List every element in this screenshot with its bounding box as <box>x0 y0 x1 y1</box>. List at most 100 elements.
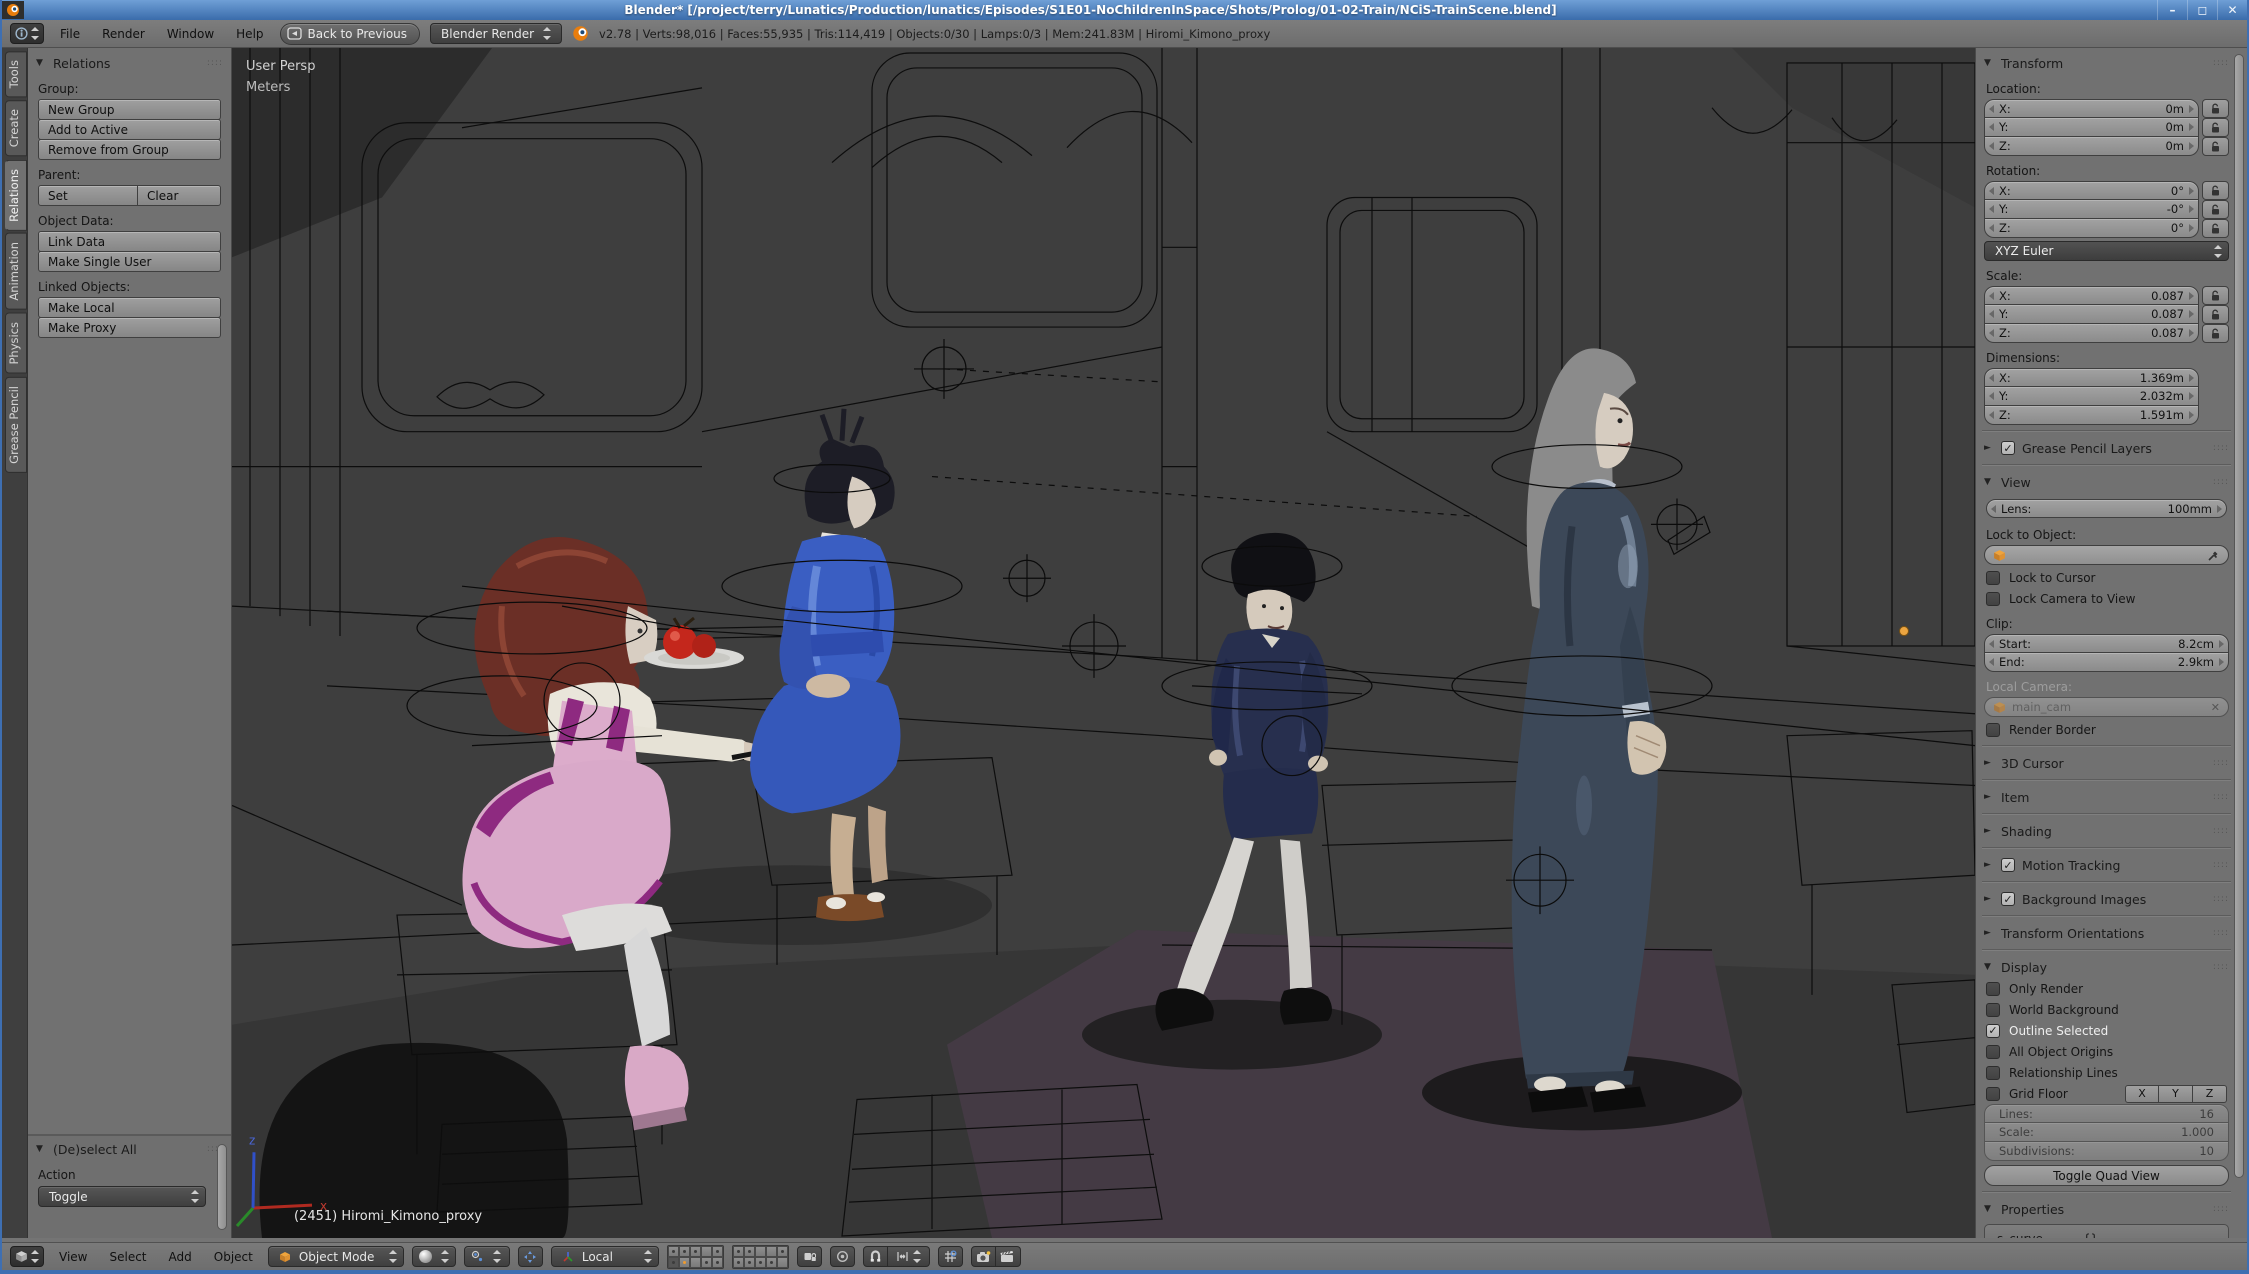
opengl-render-animation-button[interactable] <box>996 1246 1021 1267</box>
lock-icon[interactable] <box>2202 219 2229 238</box>
panel-grip-icon[interactable]: :::: <box>2213 443 2229 453</box>
lock-to-cursor-checkbox[interactable] <box>1986 571 2000 585</box>
display-panel-header[interactable]: ▼Display:::: <box>1982 956 2231 978</box>
grid-lines-field[interactable]: Lines:16 <box>1984 1104 2229 1123</box>
pivot-point-dropdown[interactable] <box>464 1246 510 1267</box>
clip-start-field[interactable]: Start:8.2cm <box>1984 634 2229 653</box>
location-z-field[interactable]: Z:0m <box>1984 137 2199 156</box>
opengl-render-grid-button[interactable] <box>938 1246 963 1267</box>
world-background-row[interactable]: World Background <box>1982 999 2231 1020</box>
scene-lock-button[interactable] <box>797 1246 822 1267</box>
only-render-row[interactable]: Only Render <box>1982 978 2231 999</box>
lock-camera-row[interactable]: Lock Camera to View <box>1982 588 2231 609</box>
world-background-checkbox[interactable] <box>1986 1003 2000 1017</box>
render-border-checkbox[interactable] <box>1986 723 2000 737</box>
clip-end-field[interactable]: End:2.9km <box>1984 653 2229 672</box>
lock-icon[interactable] <box>2202 324 2229 343</box>
outline-selected-checkbox[interactable]: ✓ <box>1986 1024 2000 1038</box>
render-engine-dropdown[interactable]: Blender Render <box>430 23 562 44</box>
axis-y-button[interactable]: Y <box>2159 1085 2193 1103</box>
background-images-checkbox[interactable]: ✓ <box>2001 892 2015 906</box>
location-y-field[interactable]: Y:0m <box>1984 118 2199 137</box>
back-to-previous-button[interactable]: Back to Previous <box>280 23 421 45</box>
lock-icon[interactable] <box>2202 137 2229 156</box>
n-panel-scrollbar[interactable] <box>2234 54 2244 1178</box>
layer-cell[interactable] <box>701 1257 712 1268</box>
only-render-checkbox[interactable] <box>1986 982 2000 996</box>
tab-animation[interactable]: Animation <box>5 233 27 310</box>
panel-grip-icon[interactable]: :::: <box>207 58 223 68</box>
toggle-quad-view-button[interactable]: Toggle Quad View <box>1984 1165 2229 1186</box>
location-x-field[interactable]: X:0m <box>1984 99 2199 118</box>
tab-create[interactable]: Create <box>5 100 27 156</box>
layer-cell[interactable] <box>668 1246 679 1257</box>
remove-from-group-button[interactable]: Remove from Group <box>38 139 221 160</box>
grid-floor-row[interactable]: Grid Floor X Y Z <box>1982 1083 2231 1104</box>
layer-cell[interactable] <box>668 1257 679 1268</box>
maximize-button[interactable]: ◻ <box>2187 0 2217 20</box>
menu-view[interactable]: View <box>52 1250 94 1264</box>
relationship-lines-row[interactable]: Relationship Lines <box>1982 1062 2231 1083</box>
viewport-canvas[interactable]: User Persp Meters x z (2451) Hiromi_Kimo… <box>232 48 1975 1238</box>
opengl-render-image-button[interactable] <box>971 1246 996 1267</box>
menu-help[interactable]: Help <box>230 27 269 41</box>
axis-x-button[interactable]: X <box>2125 1085 2159 1103</box>
panel-grip-icon[interactable]: :::: <box>2213 58 2229 68</box>
rotation-y-field[interactable]: Y:-0° <box>1984 200 2199 219</box>
operator-panel-header[interactable]: ▼ (De)select All :::: <box>34 1138 225 1160</box>
manipulator-toggle-button[interactable] <box>518 1246 543 1267</box>
grid-subdivisions-field[interactable]: Subdivisions:10 <box>1984 1142 2229 1161</box>
layer-cell[interactable] <box>766 1257 777 1268</box>
layer-cell[interactable] <box>712 1246 723 1257</box>
make-local-button[interactable]: Make Local <box>38 297 221 318</box>
tab-tools[interactable]: Tools <box>5 51 27 97</box>
parent-clear-button[interactable]: Clear <box>138 185 221 206</box>
layer-cell[interactable] <box>690 1257 701 1268</box>
tab-grease-pencil[interactable]: Grease Pencil <box>5 377 27 473</box>
transform-orientations-header[interactable]: ►Transform Orientations:::: <box>1982 922 2231 944</box>
3d-cursor-header[interactable]: ►3D Cursor:::: <box>1982 752 2231 774</box>
motion-tracking-checkbox[interactable]: ✓ <box>2001 858 2015 872</box>
dimensions-y-field[interactable]: Y:2.032m <box>1984 387 2199 406</box>
parent-set-button[interactable]: Set <box>38 185 138 206</box>
snap-toggle-button[interactable] <box>863 1246 888 1267</box>
lock-icon[interactable] <box>2202 305 2229 324</box>
render-border-row[interactable]: Render Border <box>1982 719 2231 740</box>
rotation-mode-dropdown[interactable]: XYZ Euler <box>1984 241 2229 261</box>
lock-camera-checkbox[interactable] <box>1986 592 2000 606</box>
layer-cell[interactable] <box>766 1246 777 1257</box>
view-panel-header[interactable]: ▼ View :::: <box>1982 471 2231 493</box>
grid-scale-field[interactable]: Scale:1.000 <box>1984 1123 2229 1142</box>
scale-x-field[interactable]: X:0.087 <box>1984 286 2199 305</box>
make-proxy-button[interactable]: Make Proxy <box>38 317 221 338</box>
local-camera-field[interactable]: main_cam ✕ <box>1984 697 2229 717</box>
editor-type-selector[interactable] <box>10 1246 44 1267</box>
action-dropdown[interactable]: Toggle <box>38 1186 206 1207</box>
layer-cell[interactable] <box>777 1257 788 1268</box>
outline-selected-row[interactable]: ✓Outline Selected <box>1982 1020 2231 1041</box>
layer-cell[interactable] <box>733 1257 744 1268</box>
axis-z-button[interactable]: Z <box>2193 1085 2227 1103</box>
relationship-lines-checkbox[interactable] <box>1986 1066 2000 1080</box>
rotation-x-field[interactable]: X:0° <box>1984 181 2199 200</box>
dimensions-z-field[interactable]: Z:1.591m <box>1984 406 2199 425</box>
titlebar[interactable]: Blender* [/project/terry/Lunatics/Produc… <box>2 0 2247 20</box>
lock-icon[interactable] <box>2202 118 2229 137</box>
item-header[interactable]: ►Item:::: <box>1982 786 2231 808</box>
lock-icon[interactable] <box>2202 286 2229 305</box>
tab-physics[interactable]: Physics <box>5 313 27 374</box>
minimize-button[interactable]: – <box>2157 0 2187 20</box>
menu-select[interactable]: Select <box>102 1250 153 1264</box>
layer-buttons-group-b[interactable] <box>732 1245 789 1269</box>
layer-cell[interactable] <box>679 1257 690 1268</box>
scale-z-field[interactable]: Z:0.087 <box>1984 324 2199 343</box>
link-data-button[interactable]: Link Data <box>38 231 221 252</box>
scale-y-field[interactable]: Y:0.087 <box>1984 305 2199 324</box>
background-images-header[interactable]: ►✓Background Images:::: <box>1982 888 2231 910</box>
layer-cell[interactable] <box>777 1246 788 1257</box>
lock-to-cursor-row[interactable]: Lock to Cursor <box>1982 567 2231 588</box>
menu-file[interactable]: File <box>54 27 86 41</box>
layer-cell[interactable] <box>679 1246 690 1257</box>
layer-cell[interactable] <box>733 1246 744 1257</box>
grease-pencil-layers-header[interactable]: ► ✓ Grease Pencil Layers :::: <box>1982 437 2231 459</box>
